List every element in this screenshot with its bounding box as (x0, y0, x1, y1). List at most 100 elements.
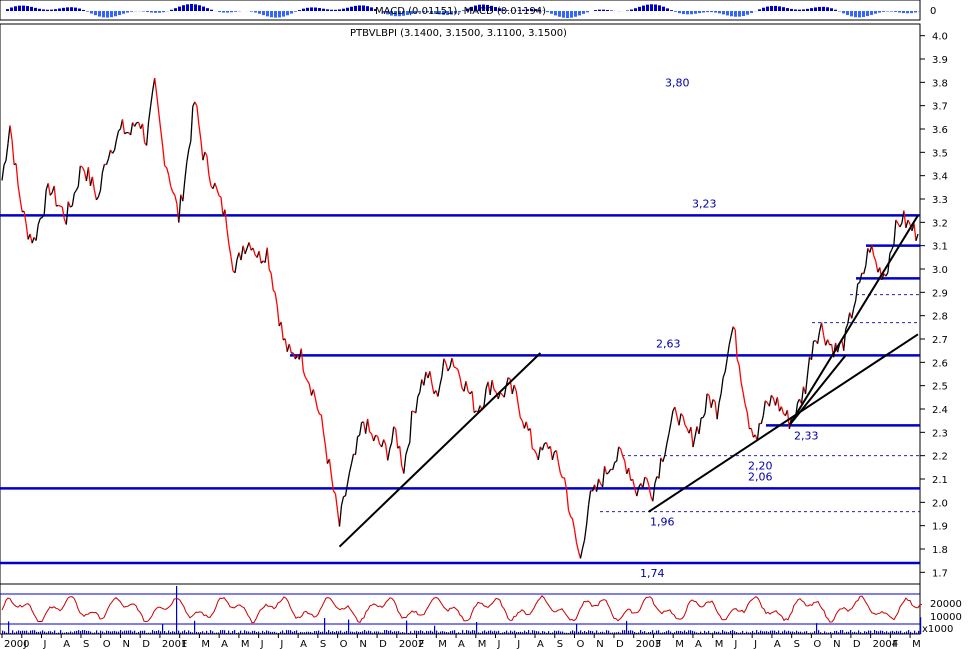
macd-bar (298, 10, 301, 11)
x-tick-label: O (340, 639, 348, 649)
macd-bar (738, 11, 741, 17)
volume-bar (572, 630, 574, 634)
macd-bar (834, 9, 837, 11)
macd-bar (66, 7, 69, 11)
macd-bar (750, 11, 753, 14)
volume-bar (606, 630, 608, 634)
volume-bar (452, 630, 454, 634)
x-tick-label: N (122, 639, 129, 649)
macd-bar (30, 6, 33, 11)
volume-bar (78, 630, 80, 634)
volume-bar (472, 630, 474, 634)
volume-bar (162, 624, 164, 634)
volume-bar (220, 630, 222, 634)
x-tick-label: J (260, 639, 264, 649)
volume-bar (144, 630, 146, 634)
macd-bar (762, 7, 765, 11)
macd-bar (90, 11, 93, 14)
macd-bar (122, 11, 125, 14)
volume-bar (630, 630, 632, 634)
chart-title: PTBVLBPI (3.1400, 3.1500, 3.1100, 3.1500… (350, 28, 567, 39)
macd-bar (126, 11, 129, 13)
macd-bar (254, 11, 257, 13)
x-tick-label: M (675, 639, 684, 649)
macd-bar (78, 8, 81, 11)
x-tick-label: F (182, 639, 188, 649)
volume-bar (506, 630, 508, 634)
macd-bar (698, 11, 701, 14)
macd-bar (914, 11, 917, 13)
macd-axis-label: 0 (930, 6, 936, 17)
macd-bar (210, 9, 213, 11)
macd-bar (646, 4, 649, 11)
x-tick-label: A (221, 639, 228, 649)
volume-bar (8, 621, 10, 634)
macd-bar (882, 11, 885, 12)
x-tick-label: D (379, 639, 387, 649)
y-tick-label: 1.8 (932, 545, 948, 556)
volume-bar (390, 630, 392, 634)
macd-bar (118, 11, 121, 16)
y-tick-label: 3.8 (932, 78, 948, 89)
macd-bar (182, 5, 185, 11)
macd-bar (598, 9, 601, 11)
macd-bar (726, 11, 729, 16)
macd-bar (794, 9, 797, 11)
macd-bar (46, 9, 49, 11)
macd-bar (798, 9, 801, 11)
macd-bar (786, 8, 789, 11)
volume-bar (60, 630, 62, 634)
volume-bar (576, 623, 578, 634)
macd-bar (714, 11, 717, 13)
volume-unit-label: x1000 (922, 624, 953, 635)
volume-bar (528, 630, 530, 634)
volume-bar (476, 622, 478, 634)
volume-bar (668, 630, 670, 634)
y-tick-label: 3.3 (932, 195, 948, 206)
y-tick-label: 2.6 (932, 358, 948, 369)
volume-bar (778, 630, 780, 634)
price-segment (57, 204, 61, 207)
price-segment (411, 410, 414, 413)
volume-bar (158, 630, 160, 634)
x-tick-label: J (753, 639, 757, 649)
macd-bar (574, 11, 577, 17)
macd-bar (658, 5, 661, 11)
x-tick-label: F (419, 639, 425, 649)
macd-bar (54, 9, 57, 11)
x-tick-label: M (715, 639, 724, 649)
macd-bar (610, 10, 613, 11)
volume-bar (244, 630, 246, 634)
macd-bar (266, 11, 269, 17)
macd-bar (290, 11, 293, 14)
macd-bar (778, 6, 781, 11)
macd-bar (630, 9, 633, 11)
macd-bar (746, 11, 749, 15)
volume-bar (120, 630, 122, 634)
macd-bar (870, 11, 873, 15)
macd-bar (766, 6, 769, 11)
macd-bar (894, 11, 897, 12)
volume-bar (384, 630, 386, 634)
macd-bar (854, 11, 857, 18)
volume-bar (224, 630, 226, 634)
macd-bar (354, 5, 357, 11)
macd-bar (566, 11, 569, 18)
price-segment (453, 366, 457, 369)
macd-bar (34, 7, 37, 11)
macd-bar (194, 4, 197, 11)
macd-bar (662, 6, 665, 11)
macd-bar (582, 11, 585, 14)
y-tick-label: 2.7 (932, 335, 948, 346)
y-tick-label: 2.9 (932, 288, 948, 299)
macd-bar (22, 5, 25, 11)
macd-bar (274, 11, 277, 18)
macd-bar (602, 9, 605, 11)
volume-bar (240, 630, 242, 634)
volume-bar (784, 630, 786, 634)
volume-bar (818, 630, 820, 634)
macd-bar (250, 11, 253, 12)
macd-bar (18, 5, 21, 11)
volume-bar (858, 630, 860, 634)
macd-bar (234, 11, 237, 12)
